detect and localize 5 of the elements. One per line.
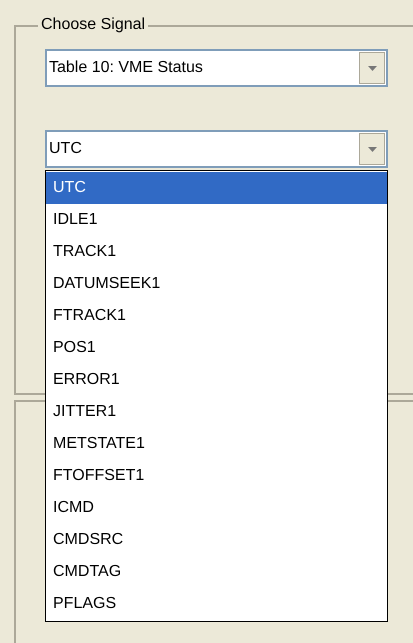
signal-dropdown[interactable]: UTC xyxy=(45,130,388,168)
table-dropdown[interactable]: Table 10: VME Status xyxy=(45,49,388,87)
caret-icon xyxy=(359,133,385,165)
caret-icon xyxy=(359,52,385,84)
dropdown-option[interactable]: UTC xyxy=(46,172,387,204)
